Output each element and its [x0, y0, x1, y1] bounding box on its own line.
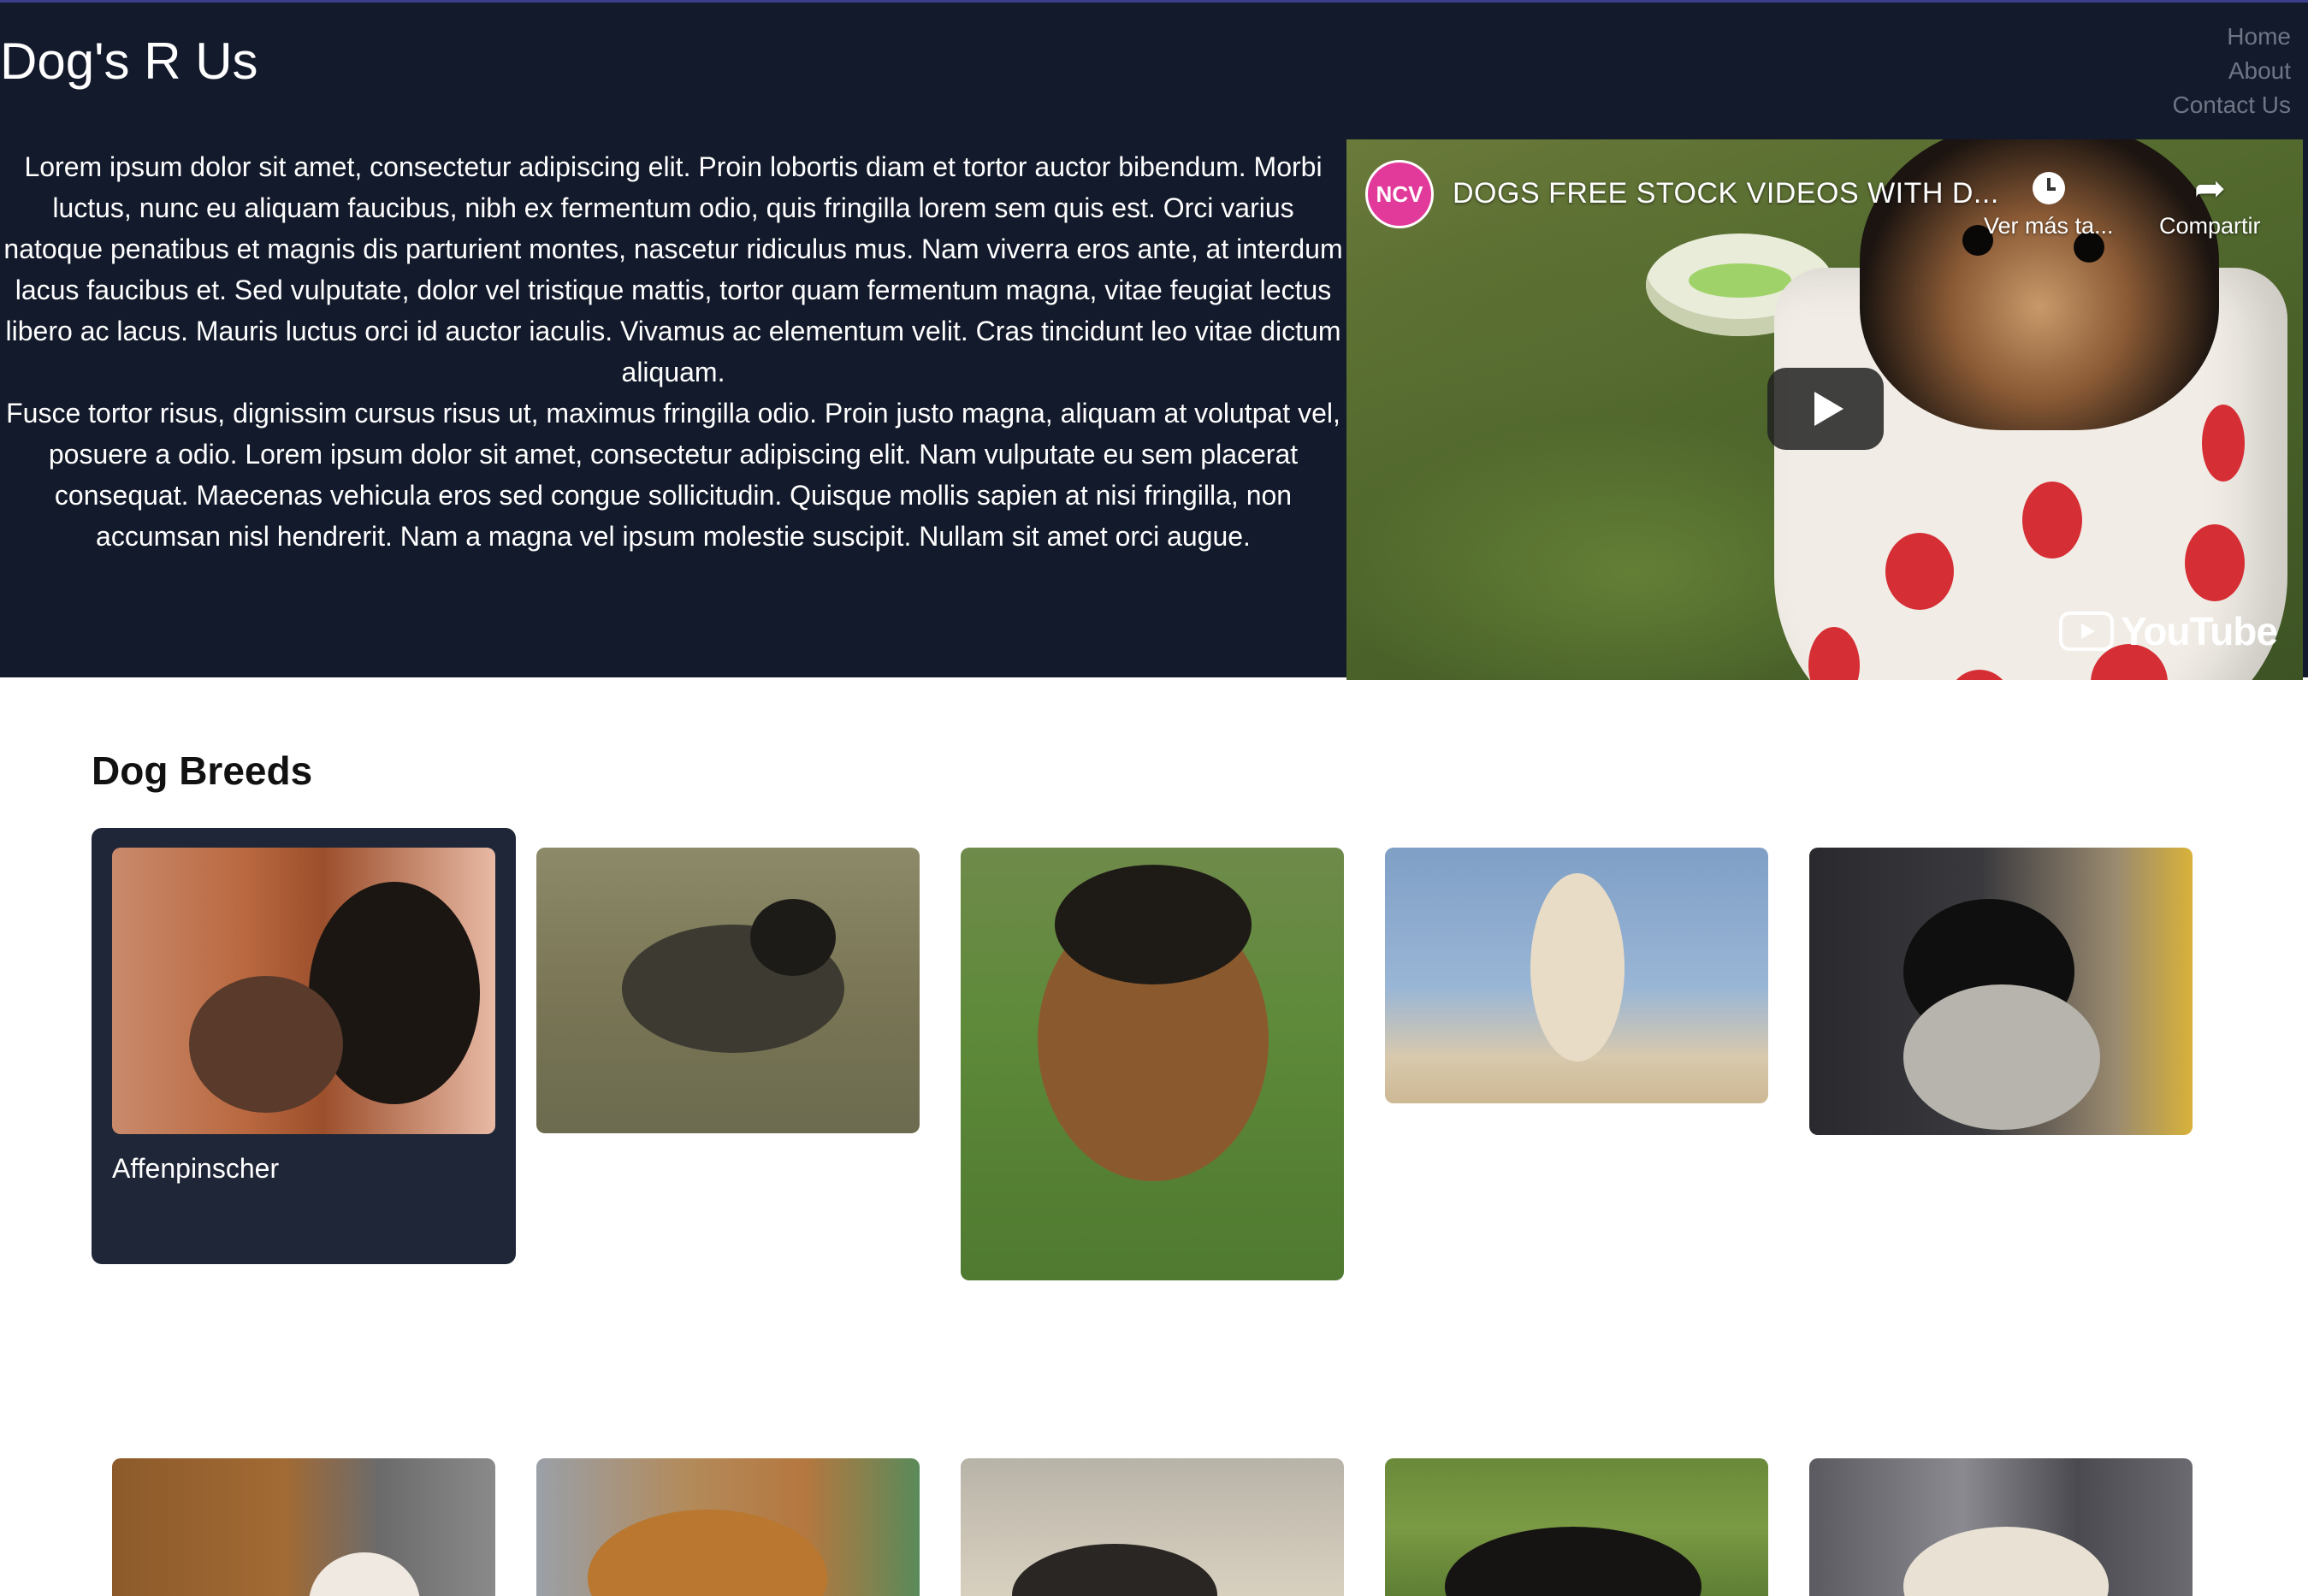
intro-paragraph-2: Fusce tortor risus, dignissim cursus ris…: [6, 398, 1340, 552]
intro-paragraph-1: Lorem ipsum dolor sit amet, consectetur …: [3, 151, 1343, 387]
channel-logo-icon[interactable]: NCV: [1365, 160, 1434, 228]
main-nav: Home About Contact Us: [2173, 20, 2292, 122]
youtube-play-icon: [2059, 612, 2115, 651]
play-button[interactable]: [1767, 368, 1884, 450]
youtube-logo[interactable]: YouTube: [2059, 608, 2278, 654]
breed-image-row2-3[interactable]: [961, 1458, 1344, 1596]
share-label: Compartir: [2159, 213, 2261, 239]
watch-later-label: Ver más ta...: [1984, 213, 2114, 239]
breed-image-akita[interactable]: [1385, 848, 1768, 1103]
breeds-heading: Dog Breeds: [92, 748, 313, 793]
breed-image-african-wild-dog[interactable]: [536, 848, 920, 1133]
breed-image-airedale-terrier[interactable]: [961, 848, 1344, 1280]
clock-icon: [1984, 165, 2114, 213]
breed-name-affenpinscher[interactable]: Affenpinscher: [112, 1153, 279, 1185]
youtube-video-embed[interactable]: NCV DOGS FREE STOCK VIDEOS WITH D... Ver…: [1346, 139, 2303, 680]
share-arrow-icon: ➦: [2193, 168, 2226, 210]
nav-about-link[interactable]: About: [2173, 54, 2291, 88]
share-button[interactable]: ➦ Compartir: [2159, 165, 2261, 239]
breed-image-appenzeller[interactable]: [1809, 848, 2193, 1135]
site-title: Dog's R Us: [0, 33, 258, 90]
video-title[interactable]: DOGS FREE STOCK VIDEOS WITH D...: [1453, 177, 1999, 210]
watch-later-button[interactable]: Ver más ta...: [1984, 165, 2114, 239]
intro-text: Lorem ipsum dolor sit amet, consectetur …: [0, 146, 1346, 557]
nav-home-link[interactable]: Home: [2173, 20, 2291, 54]
youtube-brand-text: YouTube: [2121, 609, 2278, 653]
hero-section: Dog's R Us Home About Contact Us Lorem i…: [0, 0, 2308, 680]
breed-image-affenpinscher[interactable]: [112, 848, 495, 1134]
breed-image-row2-1[interactable]: [112, 1458, 495, 1596]
breed-image-row2-4[interactable]: [1385, 1458, 1768, 1596]
nav-contact-link[interactable]: Contact Us: [2173, 88, 2292, 122]
breed-image-row2-5[interactable]: [1809, 1458, 2193, 1596]
breed-image-row2-2[interactable]: [536, 1458, 920, 1596]
